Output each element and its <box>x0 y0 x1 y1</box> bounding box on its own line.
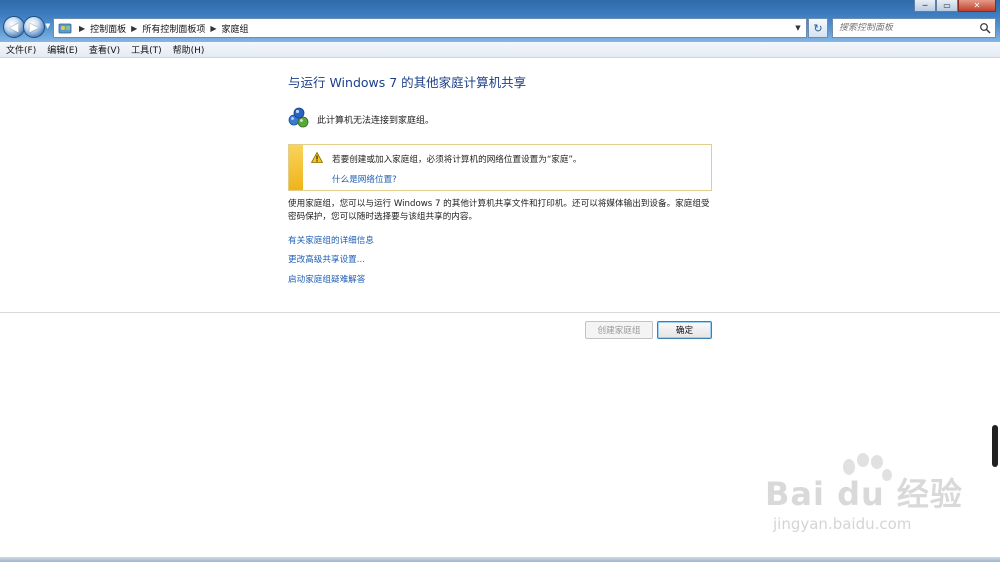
chevron-right-icon: ▶ <box>210 23 217 33</box>
troubleshooter-link[interactable]: 启动家庭组疑难解答 <box>288 273 365 285</box>
menu-bar: 文件(F) 编辑(E) 查看(V) 工具(T) 帮助(H) <box>0 42 1000 58</box>
refresh-button[interactable]: ↻ <box>808 18 828 38</box>
advanced-sharing-link[interactable]: 更改高级共享设置... <box>288 253 365 265</box>
taskbar-edge <box>0 557 1000 562</box>
menu-help[interactable]: 帮助(H) <box>173 43 205 56</box>
breadcrumb-all-items[interactable]: 所有控制面板项 <box>142 22 205 35</box>
watermark-logo: Bai du 经验 <box>765 475 963 513</box>
warning-icon <box>310 151 324 163</box>
network-location-help-link[interactable]: 什么是网络位置? <box>332 173 397 185</box>
scrollbar-thumb[interactable] <box>992 425 998 467</box>
recent-pages-dropdown[interactable]: ▼ <box>45 22 53 32</box>
homegroup-status: 此计算机无法连接到家庭组。 <box>288 107 434 132</box>
breadcrumb-control-panel[interactable]: 控制面板 <box>90 22 126 35</box>
window-chrome: ─ ▭ ✕ ◀ ▶ ▼ ▶ 控制面板 ▶ 所有控制面板项 ▶ 家庭组 ▼ ↻ <box>0 0 1000 42</box>
network-location-warning: 若要创建或加入家庭组，必须将计算机的网络位置设置为“家庭”。 什么是网络位置? <box>288 144 712 191</box>
search-input[interactable] <box>839 23 975 33</box>
menu-file[interactable]: 文件(F) <box>6 43 36 56</box>
page-title: 与运行 Windows 7 的其他家庭计算机共享 <box>288 75 527 90</box>
homegroup-info-link[interactable]: 有关家庭组的详细信息 <box>288 234 374 246</box>
warning-accent-bar <box>289 145 303 190</box>
search-icon[interactable] <box>979 22 991 34</box>
homegroup-icon <box>288 107 310 132</box>
status-message: 此计算机无法连接到家庭组。 <box>317 116 435 126</box>
menu-edit[interactable]: 编辑(E) <box>47 43 78 56</box>
back-button[interactable]: ◀ <box>3 16 25 38</box>
menu-view[interactable]: 查看(V) <box>89 43 120 56</box>
chevron-right-icon: ▶ <box>131 23 138 33</box>
ok-button[interactable]: 确定 <box>657 321 712 339</box>
close-button[interactable]: ✕ <box>958 0 996 12</box>
warning-message: 若要创建或加入家庭组，必须将计算机的网络位置设置为“家庭”。 <box>332 155 582 165</box>
menu-tools[interactable]: 工具(T) <box>131 43 162 56</box>
chevron-down-icon[interactable]: ▼ <box>792 22 804 34</box>
divider <box>0 312 1000 313</box>
window-controls: ─ ▭ ✕ <box>914 0 996 12</box>
arrow-left-icon: ◀ <box>9 20 19 34</box>
search-box[interactable] <box>832 18 996 38</box>
refresh-icon: ↻ <box>813 21 823 35</box>
create-homegroup-button[interactable]: 创建家庭组 <box>585 321 653 339</box>
watermark-url: jingyan.baidu.com <box>773 515 912 533</box>
homegroup-description: 使用家庭组，您可以与运行 Windows 7 的其他计算机共享文件和打印机。还可… <box>288 199 710 222</box>
address-bar[interactable]: ▶ 控制面板 ▶ 所有控制面板项 ▶ 家庭组 ▼ <box>53 18 807 38</box>
maximize-button[interactable]: ▭ <box>936 0 958 12</box>
arrow-right-icon: ▶ <box>29 20 39 34</box>
chevron-right-icon: ▶ <box>79 23 86 33</box>
breadcrumb-homegroup[interactable]: 家庭组 <box>222 22 249 35</box>
control-panel-icon <box>56 19 74 37</box>
minimize-button[interactable]: ─ <box>914 0 936 12</box>
baidu-watermark: Bai du 经验 jingyan.baidu.com <box>765 453 962 538</box>
forward-button[interactable]: ▶ <box>23 16 45 38</box>
